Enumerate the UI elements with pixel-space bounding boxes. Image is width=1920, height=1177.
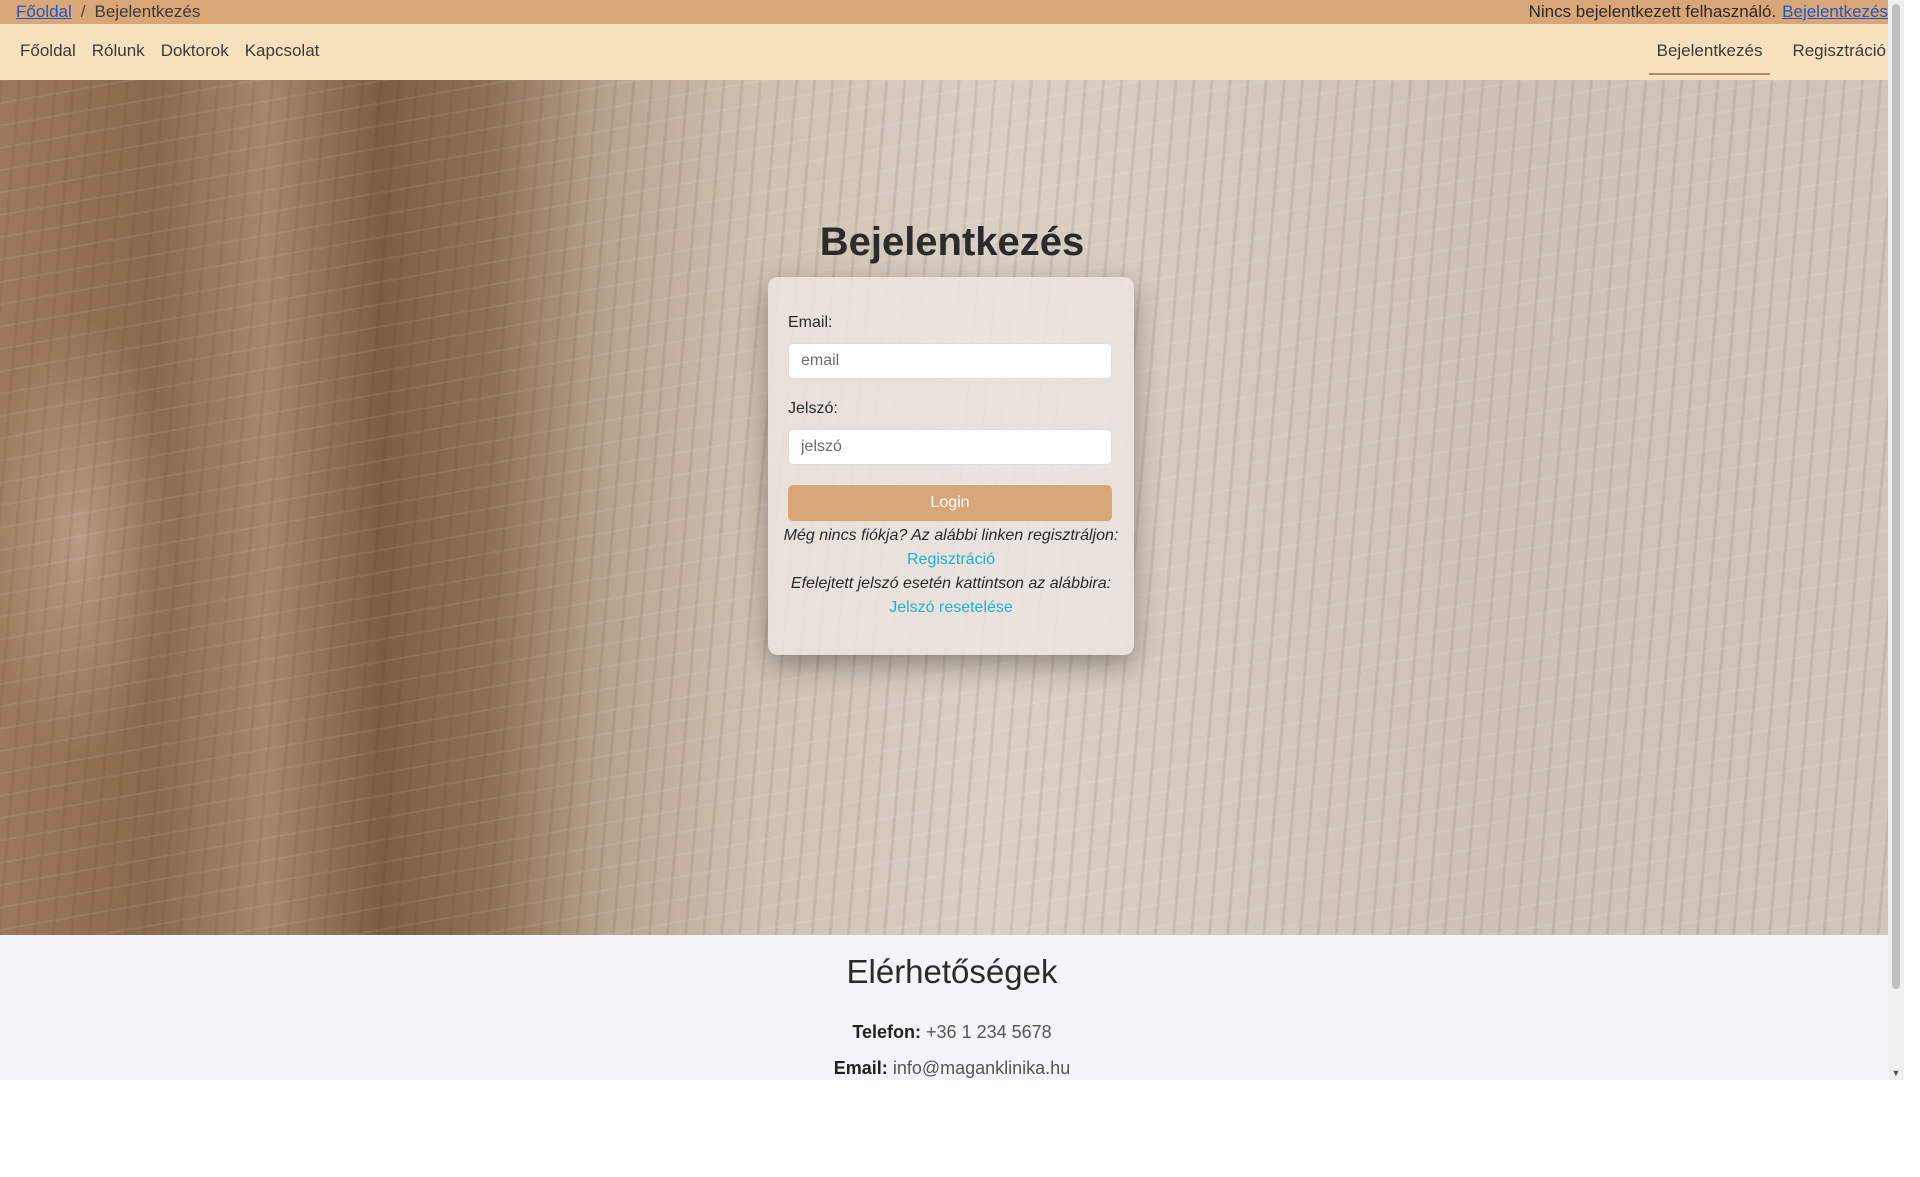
login-status: Nincs bejelentkezett felhasználó. Bejele… <box>1529 2 1888 22</box>
footer-title: Elérhetőségek <box>846 953 1058 990</box>
hero-background: Bejelentkezés Email: Jelszó: Login Még n… <box>0 80 1904 935</box>
footer-email-label: Email: <box>833 1058 888 1078</box>
nav-item-login[interactable]: Bejelentkezés <box>1648 41 1771 75</box>
email-label: Email: <box>788 314 833 331</box>
vertical-scrollbar[interactable]: ▼ <box>1888 0 1904 1080</box>
password-label: Jelszó: <box>788 400 838 417</box>
breadcrumb-current: Bejelentkezés <box>94 2 201 21</box>
contact-footer: Elérhetőségek Telefon: +36 1 234 5678 Em… <box>0 935 1904 1080</box>
footer-email: Email: info@maganklinika.hu <box>0 1058 1904 1079</box>
email-input[interactable] <box>788 343 1112 379</box>
login-status-text: Nincs bejelentkezett felhasználó. <box>1528 2 1777 21</box>
nav-item-about[interactable]: Rólunk <box>92 41 145 61</box>
register-link[interactable]: Regisztráció <box>768 551 1134 569</box>
footer-phone: Telefon: +36 1 234 5678 <box>0 1022 1904 1043</box>
top-bar: Főoldal / Bejelentkezés Nincs bejelentke… <box>0 0 1904 24</box>
breadcrumb: Főoldal / Bejelentkezés <box>16 2 200 22</box>
nav-item-home[interactable]: Főoldal <box>20 41 76 61</box>
scroll-down-arrow-icon[interactable]: ▼ <box>1888 1068 1904 1078</box>
scrollbar-thumb[interactable] <box>1892 4 1900 989</box>
login-button[interactable]: Login <box>788 485 1112 521</box>
login-title: Bejelentkezés <box>819 220 1085 264</box>
footer-phone-label: Telefon: <box>852 1022 922 1042</box>
footer-phone-value: +36 1 234 5678 <box>926 1022 1052 1042</box>
login-status-link[interactable]: Bejelentkezés <box>1782 2 1888 22</box>
page-viewport: Főoldal / Bejelentkezés Nincs bejelentke… <box>0 0 1904 1080</box>
footer-email-value: info@maganklinika.hu <box>892 1058 1071 1078</box>
login-card: Email: Jelszó: Login Még nincs fiókja? A… <box>768 277 1134 655</box>
reset-password-link[interactable]: Jelszó resetelése <box>768 599 1134 617</box>
nav-item-doctors[interactable]: Doktorok <box>161 41 229 61</box>
main-navbar: Főoldal Rólunk Doktorok Kapcsolat Bejele… <box>0 24 1904 80</box>
nav-item-register[interactable]: Regisztráció <box>1792 41 1886 75</box>
breadcrumb-home-link[interactable]: Főoldal <box>16 2 72 22</box>
password-input[interactable] <box>788 429 1112 465</box>
nav-right-menu: Bejelentkezés Regisztráció <box>1648 41 1886 75</box>
no-account-text: Még nincs fiókja? Az alábbi linken regis… <box>783 527 1119 544</box>
nav-item-contact[interactable]: Kapcsolat <box>245 41 320 61</box>
nav-left-menu: Főoldal Rólunk Doktorok Kapcsolat <box>20 41 319 61</box>
forgot-password-text: Efelejtett jelszó esetén kattintson az a… <box>790 575 1112 592</box>
breadcrumb-separator: / <box>80 2 86 21</box>
